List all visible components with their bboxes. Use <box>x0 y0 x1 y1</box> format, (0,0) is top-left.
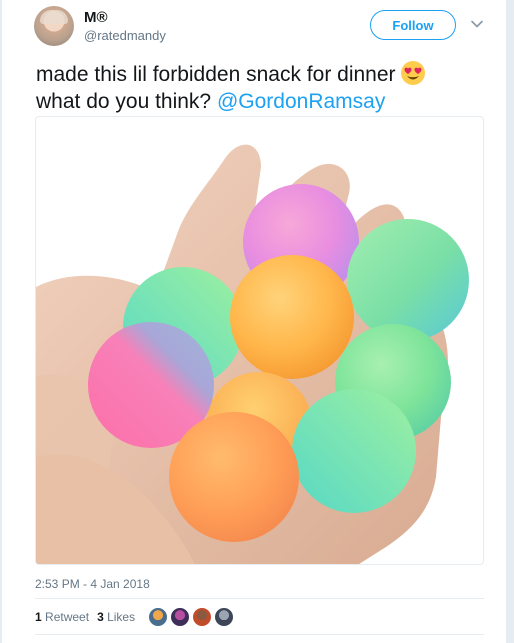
user-handle[interactable]: @ratedmandy <box>84 28 166 43</box>
liker-avatar[interactable] <box>170 607 190 627</box>
tweet-stats: 1 Retweet 3 Likes <box>35 610 135 624</box>
retweet-count: 1 <box>35 610 42 624</box>
retweet-label: Retweet <box>45 610 90 624</box>
like-label: Likes <box>107 610 136 624</box>
like-stat[interactable]: 3 Likes <box>97 610 135 624</box>
follow-button[interactable]: Follow <box>370 10 456 40</box>
tweet-text-line1: made this lil forbidden snack for dinner <box>36 63 396 86</box>
divider-top <box>35 598 484 599</box>
liker-avatar[interactable] <box>192 607 212 627</box>
bouncy-balls-in-hand-image <box>36 144 469 564</box>
tweet-text: made this lil forbidden snack for dinner… <box>36 60 486 115</box>
more-options-button[interactable] <box>468 15 486 33</box>
retweet-stat[interactable]: 1 Retweet <box>35 610 89 624</box>
display-name[interactable]: M® <box>84 9 108 26</box>
chevron-down-icon <box>471 20 483 28</box>
tweet-text-line2: what do you think? <box>36 90 212 113</box>
tweet-media-image[interactable] <box>35 116 484 565</box>
window-edge-right <box>506 0 514 643</box>
tweet-timestamp[interactable]: 2:53 PM - 4 Jan 2018 <box>35 577 150 591</box>
divider-bottom <box>35 634 484 635</box>
tweet-card: M® @ratedmandy Follow made this lil forb… <box>2 0 506 643</box>
heart-eyes-emoji-icon <box>400 61 425 85</box>
liker-avatar[interactable] <box>148 607 168 627</box>
liker-avatar[interactable] <box>214 607 234 627</box>
liker-avatars <box>148 607 234 627</box>
avatar[interactable] <box>34 6 74 46</box>
like-count: 3 <box>97 610 104 624</box>
mention-link[interactable]: @GordonRamsay <box>217 90 385 113</box>
